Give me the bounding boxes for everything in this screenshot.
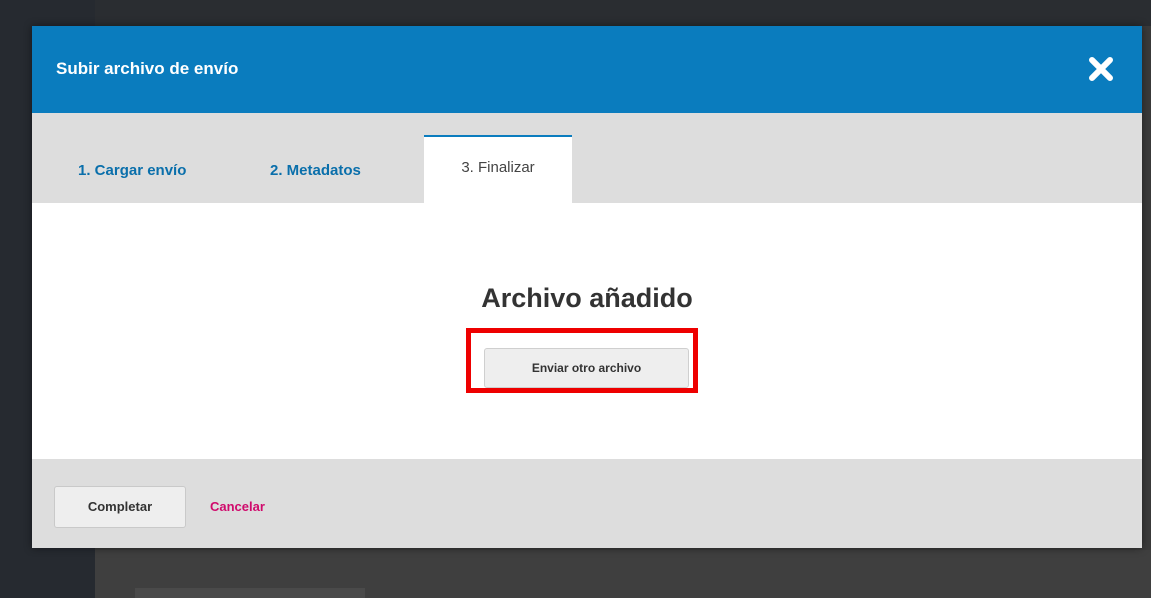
complete-button[interactable]: Completar: [54, 486, 186, 528]
tab-cargar-envio[interactable]: 1. Cargar envío: [78, 153, 186, 203]
modal-header: Subir archivo de envío: [32, 26, 1142, 113]
file-added-heading: Archivo añadido: [481, 283, 693, 313]
tab-metadatos[interactable]: 2. Metadatos: [270, 153, 361, 203]
modal-body: Archivo añadido Enviar otro archivo: [32, 203, 1142, 459]
tab-finalizar[interactable]: 3. Finalizar: [424, 135, 572, 203]
cancel-link[interactable]: Cancelar: [210, 486, 265, 528]
upload-modal: Subir archivo de envío 1. Cargar envío 2…: [32, 26, 1142, 548]
background-strip: [135, 588, 365, 598]
close-icon: [1089, 57, 1113, 81]
close-button[interactable]: [1084, 52, 1118, 86]
modal-footer: Completar Cancelar: [32, 459, 1142, 548]
modal-title: Subir archivo de envío: [56, 59, 239, 78]
background-topbar: [0, 0, 1151, 26]
upload-another-file-button[interactable]: Enviar otro archivo: [484, 348, 689, 388]
tabs-bar: 1. Cargar envío 2. Metadatos 3. Finaliza…: [32, 113, 1142, 203]
